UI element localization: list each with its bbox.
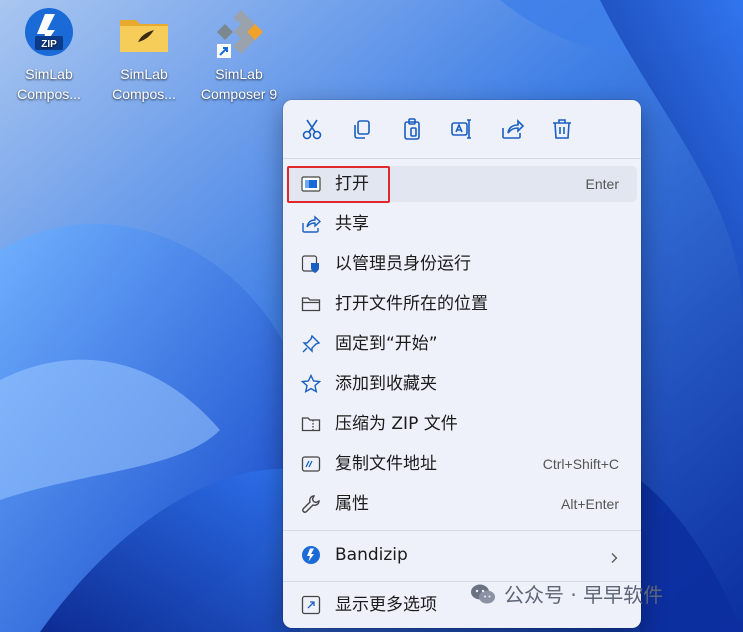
menu-item-label: 属性 <box>335 494 369 514</box>
desktop-icon-label: SimLab Composer 9 <box>200 66 278 102</box>
menu-separator <box>283 530 641 531</box>
watermark-text: 公众号 · 早早软件 <box>504 583 664 607</box>
menu-item-label: 压缩为 ZIP 文件 <box>335 414 458 434</box>
share-icon <box>301 214 322 234</box>
menu-item-label: 共享 <box>335 214 369 234</box>
share-icon[interactable] <box>499 116 525 142</box>
folder-icon <box>116 6 172 62</box>
chevron-right-icon <box>609 549 619 563</box>
pin-icon <box>301 334 321 354</box>
rename-icon[interactable] <box>449 116 475 142</box>
menu-separator <box>283 158 641 159</box>
wrench-icon <box>301 494 321 514</box>
context-menu-toolbar <box>283 100 641 158</box>
delete-icon[interactable] <box>549 116 575 142</box>
copy-icon[interactable] <box>349 116 375 142</box>
desktop-icon-simlab-composer[interactable]: SimLab Composer 9 <box>195 6 283 104</box>
desktop-icon-label: SimLab Compos... <box>112 66 176 102</box>
menu-item-add-to-favorites[interactable]: 添加到收藏夹 <box>287 366 637 402</box>
menu-item-copy-file-path[interactable]: 复制文件地址 Ctrl+Shift+C <box>287 446 637 482</box>
menu-item-open-file-location[interactable]: 打开文件所在的位置 <box>287 286 637 322</box>
bandizip-icon <box>301 545 321 565</box>
zip-icon <box>301 414 321 434</box>
menu-item-label: 添加到收藏夹 <box>335 374 437 394</box>
menu-item-label: 固定到“开始” <box>335 334 438 354</box>
menu-item-pin-to-start[interactable]: 固定到“开始” <box>287 326 637 362</box>
menu-item-label: 以管理员身份运行 <box>335 254 471 274</box>
simlab-app-icon <box>211 6 267 62</box>
menu-item-shortcut: Enter <box>585 176 619 192</box>
zip-archive-icon: ZIP <box>21 6 77 62</box>
menu-item-label: 复制文件地址 <box>335 454 437 474</box>
menu-item-shortcut: Alt+Enter <box>561 496 619 512</box>
menu-item-share[interactable]: 共享 <box>287 206 637 242</box>
desktop-icon-simlab-zip[interactable]: ZIP SimLab Compos... <box>5 6 93 104</box>
paste-icon[interactable] <box>399 116 425 142</box>
wechat-icon <box>470 583 496 605</box>
menu-item-compress-zip[interactable]: 压缩为 ZIP 文件 <box>287 406 637 442</box>
menu-item-properties[interactable]: 属性 Alt+Enter <box>287 486 637 522</box>
menu-item-bandizip[interactable]: Bandizip <box>287 537 637 573</box>
menu-item-label: 打开文件所在的位置 <box>335 294 488 314</box>
cut-icon[interactable] <box>299 116 325 142</box>
folder-icon <box>301 294 321 314</box>
menu-item-label: Bandizip <box>335 545 408 565</box>
admin-shield-icon <box>301 254 321 274</box>
desktop-icon-label: SimLab Compos... <box>17 66 81 102</box>
menu-item-label: 显示更多选项 <box>335 595 437 615</box>
menu-item-shortcut: Ctrl+Shift+C <box>542 456 619 472</box>
copy-path-icon <box>301 454 321 474</box>
highlight-box <box>287 166 390 203</box>
show-more-icon <box>301 595 321 615</box>
menu-item-run-as-admin[interactable]: 以管理员身份运行 <box>287 246 637 282</box>
star-icon <box>300 373 322 394</box>
zip-badge: ZIP <box>41 39 57 50</box>
desktop-icon-simlab-folder[interactable]: SimLab Compos... <box>100 6 188 104</box>
